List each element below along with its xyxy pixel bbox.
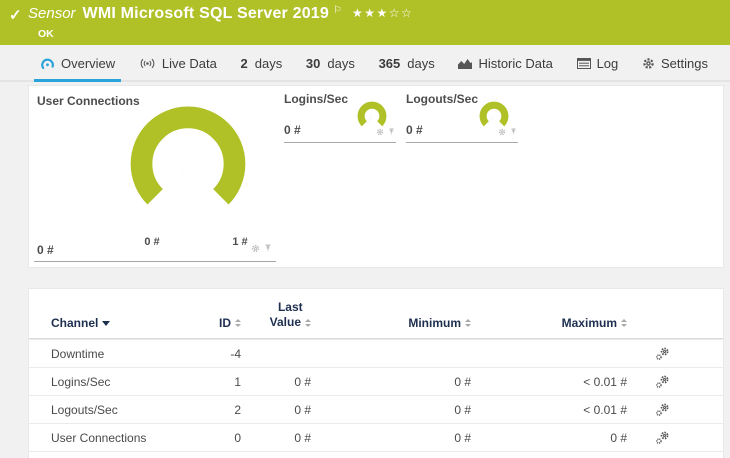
gauge-section-logouts: Logouts/Sec 0 # — [406, 90, 518, 143]
channel-minimum: 0 # — [454, 374, 471, 389]
tab-number: 30 — [305, 56, 321, 71]
gauge-section-user-connections: User Connections 0 # 1 # 0 # — [34, 90, 276, 262]
gauge-current-value: 0 # — [406, 123, 423, 137]
sensor-title-line: Sensor WMI Microsoft SQL Server 2019 ⚐ ★… — [28, 5, 413, 23]
table-row-downtime: Downtime -4 — [29, 339, 723, 367]
log-list-icon — [576, 58, 591, 69]
tab-label: Overview — [61, 56, 116, 71]
table-row-user-connections: User Connections 0 0 # 0 # 0 # — [29, 423, 723, 451]
column-header-channel[interactable]: Channel — [51, 316, 111, 330]
channel-maximum: < 0.01 # — [583, 402, 627, 417]
channel-id: 1 — [234, 374, 241, 389]
broadcast-icon — [139, 58, 156, 69]
channel-last-value: 0 # — [294, 430, 311, 445]
gear-icon[interactable] — [251, 240, 260, 258]
channel-minimum: 0 # — [454, 430, 471, 445]
tab-log[interactable]: Log — [571, 47, 625, 80]
tab-label: Historic Data — [478, 56, 553, 71]
gauge-title: Logouts/Sec — [406, 92, 479, 106]
tab-label: days — [327, 56, 355, 71]
gauge-title: Logins/Sec — [284, 92, 349, 106]
table-row-logins: Logins/Sec 1 0 # 0 # < 0.01 # — [29, 367, 723, 395]
flag-icon[interactable]: ⚐ — [333, 5, 342, 16]
priority-stars[interactable]: ★★★☆☆ — [352, 6, 413, 20]
channel-minimum: 0 # — [454, 402, 471, 417]
tab-live-data[interactable]: Live Data — [133, 47, 223, 80]
gear-icon — [642, 57, 655, 70]
column-header-minimum[interactable]: Minimum — [311, 316, 471, 330]
channel-maximum: 0 # — [610, 430, 627, 445]
sensor-header-bar: ✓ Sensor WMI Microsoft SQL Server 2019 ⚐… — [0, 0, 730, 45]
channel-maximum: < 0.01 # — [583, 374, 627, 389]
area-chart-icon — [458, 58, 473, 69]
channel-settings-gears-icon[interactable] — [655, 347, 670, 361]
tab-settings[interactable]: Settings — [636, 47, 714, 80]
tab-label: Log — [596, 56, 619, 71]
sensor-title: WMI Microsoft SQL Server 2019 — [82, 5, 330, 22]
gear-icon[interactable] — [498, 123, 506, 141]
gauge-current-value: 0 # — [37, 243, 54, 257]
sort-icon — [621, 319, 627, 327]
channel-id: 0 — [234, 430, 241, 445]
gear-icon[interactable] — [376, 123, 384, 141]
user-connections-gauge — [130, 106, 246, 216]
channel-id: 2 — [234, 402, 241, 417]
channel-last-value: 0 # — [294, 402, 311, 417]
gauges-panel: User Connections 0 # 1 # 0 # Logins/Sec … — [28, 85, 724, 268]
table-row-logouts: Logouts/Sec 2 0 # 0 # < 0.01 # — [29, 395, 723, 423]
channel-name: Downtime — [51, 346, 105, 361]
tab-overview[interactable]: Overview — [34, 47, 122, 82]
sensor-kind-label: Sensor — [28, 5, 76, 22]
channel-settings-gears-icon[interactable] — [655, 403, 670, 417]
channels-table-panel: Channel ID Last Value Minimum Maximum Dow… — [28, 288, 724, 458]
status-ok-check-icon: ✓ — [9, 7, 22, 24]
channel-name: User Connections — [51, 430, 147, 445]
channel-settings-gears-icon[interactable] — [655, 375, 670, 389]
channel-last-value: 0 # — [294, 374, 311, 389]
gauge-current-value: 0 # — [284, 123, 301, 137]
tab-label: days — [407, 56, 435, 71]
tab-365-days[interactable]: 365 days — [373, 47, 441, 80]
tab-2-days[interactable]: 2 days — [235, 47, 289, 80]
pin-icon[interactable] — [388, 123, 395, 141]
gauge-section-logins: Logins/Sec 0 # — [284, 90, 396, 143]
channel-name: Logouts/Sec — [51, 402, 118, 417]
column-header-last-value[interactable]: Last Value — [241, 300, 311, 330]
tab-bar: Overview Live Data 2 days 30 days 365 da… — [0, 47, 730, 82]
pin-icon[interactable] — [510, 123, 517, 141]
gauge-icon — [40, 57, 55, 70]
column-header-maximum[interactable]: Maximum — [471, 316, 627, 330]
sensor-overview-page: ✓ Sensor WMI Microsoft SQL Server 2019 ⚐… — [0, 0, 730, 458]
tab-number: 365 — [378, 56, 401, 71]
gauge-title: User Connections — [37, 94, 140, 108]
tab-label: Settings — [660, 56, 708, 71]
tab-30-days[interactable]: 30 days — [300, 47, 361, 80]
pin-icon[interactable] — [264, 240, 272, 258]
sensor-status-text: OK — [38, 28, 54, 40]
tab-label: days — [254, 56, 283, 71]
tab-historic-data[interactable]: Historic Data — [452, 47, 558, 80]
channel-name: Logins/Sec — [51, 374, 111, 389]
channel-id: -4 — [230, 346, 241, 361]
tab-label: Live Data — [161, 56, 217, 71]
channels-table: Channel ID Last Value Minimum Maximum Dow… — [29, 289, 723, 457]
sort-desc-icon — [102, 320, 111, 326]
tab-number: 2 — [240, 56, 248, 71]
gauge-scale-min: 0 # — [144, 236, 160, 248]
table-header-row: Channel ID Last Value Minimum Maximum — [29, 289, 723, 339]
column-header-id[interactable]: ID — [201, 316, 241, 330]
channel-settings-gears-icon[interactable] — [655, 431, 670, 445]
